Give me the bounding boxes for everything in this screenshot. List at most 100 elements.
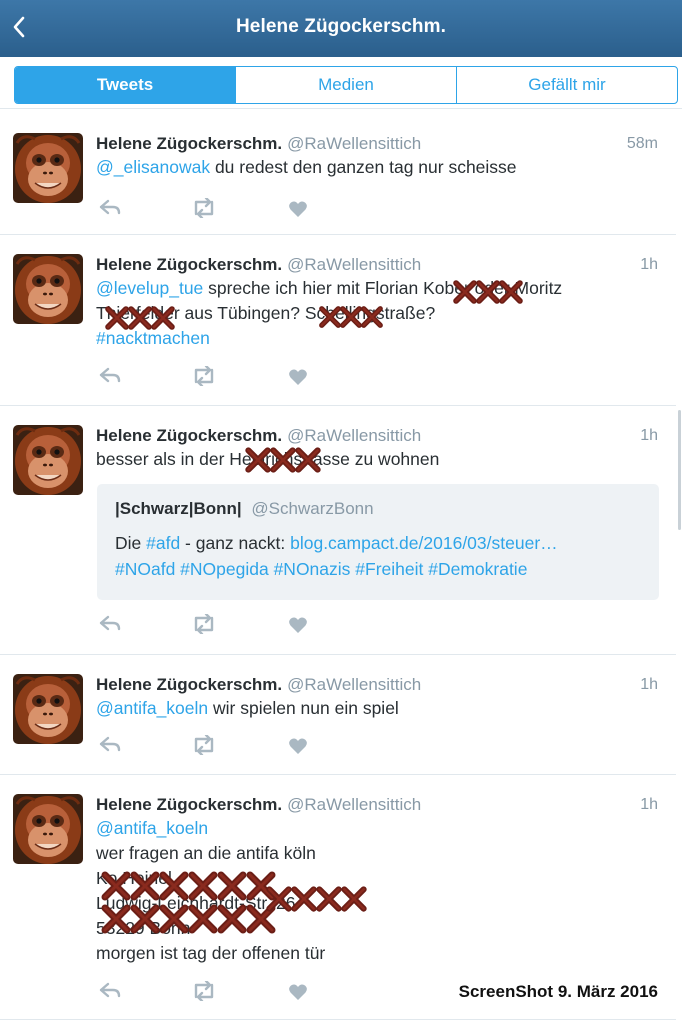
tweet-link[interactable]: #afd (146, 533, 180, 553)
tweet-timestamp[interactable]: 1h (640, 254, 658, 276)
tab-medien[interactable]: Medien (235, 67, 456, 103)
reply-icon (99, 199, 121, 215)
scrollbar[interactable] (678, 410, 681, 530)
tweet-line: @_elisanowak du redest den ganzen tag nu… (96, 155, 658, 180)
tweet-actions (98, 979, 318, 1006)
tweet-text: morgen ist tag der offenen tür (96, 943, 326, 963)
author-handle[interactable]: @RaWellensittich (287, 255, 421, 274)
tweet-line: morgen ist tag der offenen tür (96, 941, 658, 966)
tweet-item[interactable]: Helene Zügockerschm. @RaWellensittich 1h @a… (0, 655, 676, 775)
avatar[interactable] (13, 674, 83, 744)
like-icon (289, 369, 307, 385)
orangutan-avatar-image (13, 794, 83, 864)
tweet-body: @_elisanowak du redest den ganzen tag nu… (96, 155, 658, 180)
page-title: Helene Zügockerschm. (235, 16, 447, 37)
retweet-button[interactable] (190, 196, 218, 223)
author-name[interactable]: Helene Zügockerschm. (96, 426, 282, 445)
tweet-header: Helene Zügockerschm. @RaWellensittich 1h (96, 674, 658, 696)
like-button[interactable] (288, 616, 308, 639)
tweet-link[interactable]: blog.campact.de/2016/03/steuer… (290, 533, 558, 553)
like-button[interactable] (288, 983, 308, 1006)
tweet-line: #nacktmachen (96, 326, 658, 351)
quoted-tweet-header: |Schwarz|Bonn| @SchwarzBonn (115, 498, 641, 520)
reply-button[interactable] (98, 198, 122, 223)
avatar[interactable] (13, 794, 83, 864)
tweet-content: Helene Zügockerschm. @RaWellensittich 1h be… (96, 425, 658, 472)
reply-button[interactable] (98, 735, 122, 760)
like-button[interactable] (288, 737, 308, 760)
tweet-link[interactable]: #NOafd #NOpegida #NOnazis #Freiheit #Dem… (115, 559, 527, 579)
retweet-icon (194, 979, 214, 1003)
tweet-line: besser als in der Heinrichstrasse zu woh… (96, 447, 658, 472)
reply-icon (99, 615, 121, 631)
tweet-text: spreche ich hier mit Florian Kober oder … (203, 278, 563, 298)
author-handle[interactable]: @RaWellensittich (287, 795, 421, 814)
tab-tweets[interactable]: Tweets (15, 67, 235, 103)
tweet-link[interactable]: @levelup_tue (96, 278, 203, 298)
retweet-button[interactable] (190, 364, 218, 391)
tweet-body: @levelup_tue spreche ich hier mit Floria… (96, 276, 658, 351)
author-name[interactable]: Helene Zügockerschm. (96, 255, 282, 274)
tweet-line: Ko Heinel (96, 866, 658, 891)
author-name[interactable]: Helene Zügockerschm. (96, 795, 282, 814)
quoted-tweet[interactable]: |Schwarz|Bonn| @SchwarzBonn Die #afd - ga… (97, 484, 659, 600)
tweet-body: @antifa_koeln wer fragen an die antifa kö… (96, 816, 658, 966)
tweet-item[interactable]: Helene Zügockerschm. @RaWellensittich 1h be… (0, 406, 676, 655)
tweet-actions (98, 364, 318, 391)
tweet-timestamp[interactable]: 1h (640, 674, 658, 696)
avatar[interactable] (13, 133, 83, 203)
tweet-link[interactable]: #nacktmachen (96, 328, 210, 348)
like-icon (289, 738, 307, 754)
retweet-button[interactable] (190, 979, 218, 1006)
like-button[interactable] (288, 200, 308, 223)
tweet-content: Helene Zügockerschm. @RaWellensittich 1h @a… (96, 674, 658, 721)
orangutan-avatar-image (13, 425, 83, 495)
author-handle[interactable]: @RaWellensittich (287, 675, 421, 694)
tweet-line: @antifa_koeln (96, 816, 658, 841)
author-name[interactable]: Helene Zügockerschm. (96, 675, 282, 694)
avatar[interactable] (13, 425, 83, 495)
tweet-line: 53229 Bonn (96, 916, 658, 941)
tweet-link[interactable]: @_elisanowak (96, 157, 210, 177)
reply-button[interactable] (98, 981, 122, 1006)
like-icon (289, 617, 307, 633)
tweet-item[interactable]: Helene Zügockerschm. @RaWellensittich 1h @l… (0, 235, 676, 406)
reply-icon (99, 982, 121, 998)
tweet-text: wir spielen nun ein spiel (208, 698, 399, 718)
like-icon (289, 201, 307, 217)
like-button[interactable] (288, 368, 308, 391)
author-handle[interactable]: @RaWellensittich (287, 426, 421, 445)
quoted-tweet-line: Die #afd - ganz nackt: blog.campact.de/2… (115, 530, 641, 556)
tweet-timestamp[interactable]: 58m (627, 133, 658, 155)
author-handle[interactable]: @RaWellensittich (287, 134, 421, 153)
retweet-icon (194, 733, 214, 757)
tweet-body: @antifa_koeln wir spielen nun ein spiel (96, 696, 658, 721)
tweet-text: Thierfelder aus Tübingen? Schellingstraß… (96, 303, 436, 323)
tweet-header: Helene Zügockerschm. @RaWellensittich 1h (96, 794, 658, 816)
quoted-tweet-body: Die #afd - ganz nackt: blog.campact.de/2… (115, 530, 641, 582)
reply-button[interactable] (98, 366, 122, 391)
retweet-button[interactable] (190, 612, 218, 639)
tweet-line: @levelup_tue spreche ich hier mit Floria… (96, 276, 658, 301)
retweet-button[interactable] (190, 733, 218, 760)
tweet-link[interactable]: @antifa_koeln (96, 698, 208, 718)
tweet-item[interactable]: Helene Zügockerschm. @RaWellensittich 58m @… (0, 110, 676, 235)
reply-icon (99, 736, 121, 752)
orangutan-avatar-image (13, 133, 83, 203)
tweet-line: Ludwig-Leichhardt-Str. 26 (96, 891, 658, 916)
tweet-text: 53229 Bonn (96, 918, 191, 938)
retweet-icon (194, 196, 214, 220)
avatar[interactable] (13, 254, 83, 324)
tweet-link[interactable]: @antifa_koeln (96, 818, 208, 838)
tab-bar: Tweets Medien Gefällt mir (14, 66, 678, 104)
tab-gefaellt-mir[interactable]: Gefällt mir (456, 67, 677, 103)
author-name[interactable]: Helene Zügockerschm. (96, 134, 282, 153)
quoted-author-name: |Schwarz|Bonn| (115, 499, 242, 518)
top-bar: Helene Zügockerschm. (0, 0, 682, 57)
tweet-text: Ludwig-Leichhardt-Str. 26 (96, 893, 296, 913)
tweet-text: Die (115, 533, 147, 553)
tweet-timestamp[interactable]: 1h (640, 794, 658, 816)
tweet-timestamp[interactable]: 1h (640, 425, 658, 447)
tweet-text: besser als in der Heinrichstrasse zu woh… (96, 449, 440, 469)
reply-button[interactable] (98, 614, 122, 639)
